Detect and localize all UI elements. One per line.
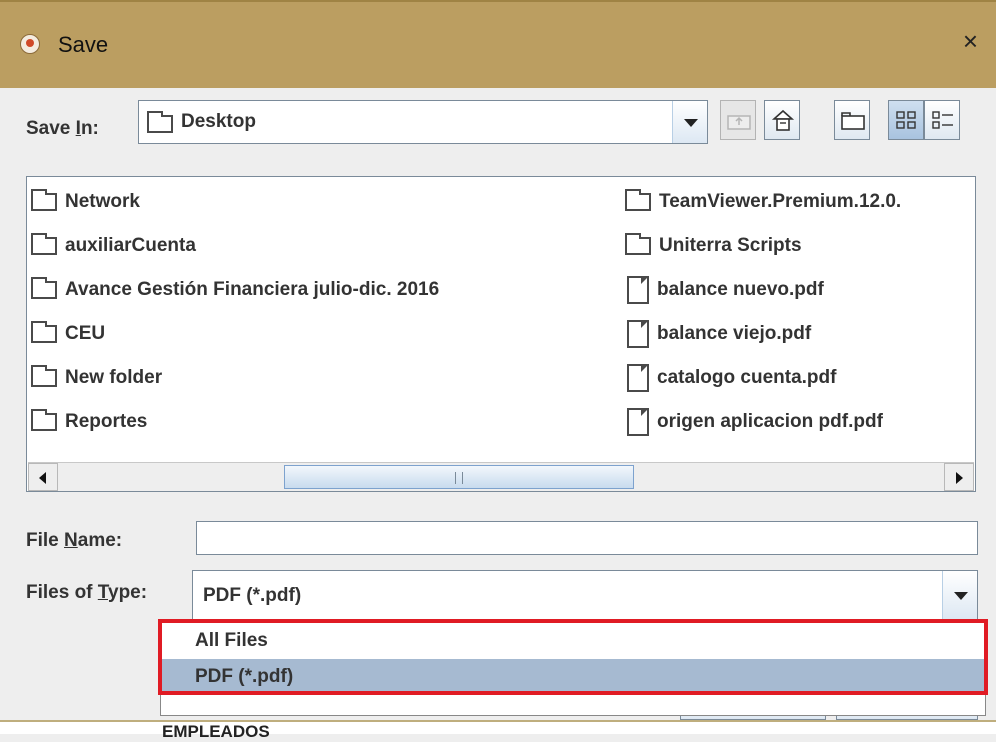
list-item[interactable]: auxiliarCuenta — [31, 231, 196, 261]
dropdown-option-pdf[interactable]: PDF (*.pdf) — [161, 659, 985, 694]
list-item[interactable]: Reportes — [31, 407, 147, 437]
background-window-text: EMPLEADOS — [162, 722, 270, 741]
up-one-level-button[interactable] — [720, 100, 756, 140]
folder-icon — [31, 365, 57, 387]
file-list[interactable]: Network auxiliarCuenta Avance Gestión Fi… — [26, 176, 976, 492]
title-bar[interactable]: Save × — [0, 0, 996, 88]
list-item[interactable]: Uniterra Scripts — [625, 231, 802, 261]
scroll-left-button[interactable] — [28, 463, 58, 491]
list-item[interactable]: origen aplicacion pdf.pdf — [627, 407, 883, 437]
new-folder-icon — [841, 112, 865, 130]
chevron-down-icon[interactable] — [672, 101, 707, 143]
list-view-icon — [896, 111, 916, 129]
file-icon — [627, 364, 649, 392]
up-one-level-icon — [727, 115, 751, 130]
list-item[interactable]: Avance Gestión Financiera julio-dic. 201… — [31, 275, 439, 305]
files-of-type-combo[interactable]: PDF (*.pdf) — [192, 570, 978, 620]
new-folder-button[interactable] — [834, 100, 870, 140]
list-item[interactable]: TeamViewer.Premium.12.0. — [625, 187, 901, 217]
files-of-type-dropdown-list[interactable]: All Files PDF (*.pdf) — [160, 620, 986, 716]
list-item[interactable]: catalogo cuenta.pdf — [627, 363, 836, 393]
folder-icon — [31, 321, 57, 343]
details-view-button[interactable] — [924, 100, 960, 140]
folder-icon — [31, 409, 57, 431]
files-of-type-label: Files of Type: — [26, 582, 148, 603]
home-icon — [771, 109, 795, 131]
list-view-button[interactable] — [888, 100, 924, 140]
folder-icon — [147, 111, 173, 133]
file-name-label: File Name: — [26, 530, 123, 551]
app-icon — [20, 34, 40, 54]
save-in-label: Save In: — [26, 118, 99, 139]
folder-icon — [31, 189, 57, 211]
folder-icon — [31, 233, 57, 255]
save-in-combo[interactable]: Desktop — [138, 100, 708, 144]
file-name-input[interactable] — [196, 521, 978, 555]
scrollbar-thumb[interactable] — [284, 465, 634, 489]
file-icon — [627, 408, 649, 436]
close-button[interactable]: × — [963, 28, 978, 54]
file-icon — [627, 320, 649, 348]
file-icon — [627, 276, 649, 304]
list-item[interactable]: balance viejo.pdf — [627, 319, 811, 349]
window-title: Save — [58, 32, 109, 57]
list-item[interactable]: Network — [31, 187, 140, 217]
folder-icon — [31, 277, 57, 299]
list-item[interactable]: CEU — [31, 319, 105, 349]
folder-icon — [625, 189, 651, 211]
background-window-strip — [0, 720, 996, 734]
list-item[interactable]: balance nuevo.pdf — [627, 275, 824, 305]
folder-icon — [625, 233, 651, 255]
save-in-value: Desktop — [181, 111, 256, 132]
home-button[interactable] — [764, 100, 800, 140]
scroll-right-button[interactable] — [944, 463, 974, 491]
details-view-icon — [932, 111, 953, 129]
list-item[interactable]: New folder — [31, 363, 162, 393]
chevron-down-icon[interactable] — [942, 571, 977, 619]
horizontal-scrollbar[interactable] — [28, 462, 974, 491]
dropdown-option-all-files[interactable]: All Files — [161, 623, 985, 658]
files-of-type-value: PDF (*.pdf) — [203, 585, 302, 606]
